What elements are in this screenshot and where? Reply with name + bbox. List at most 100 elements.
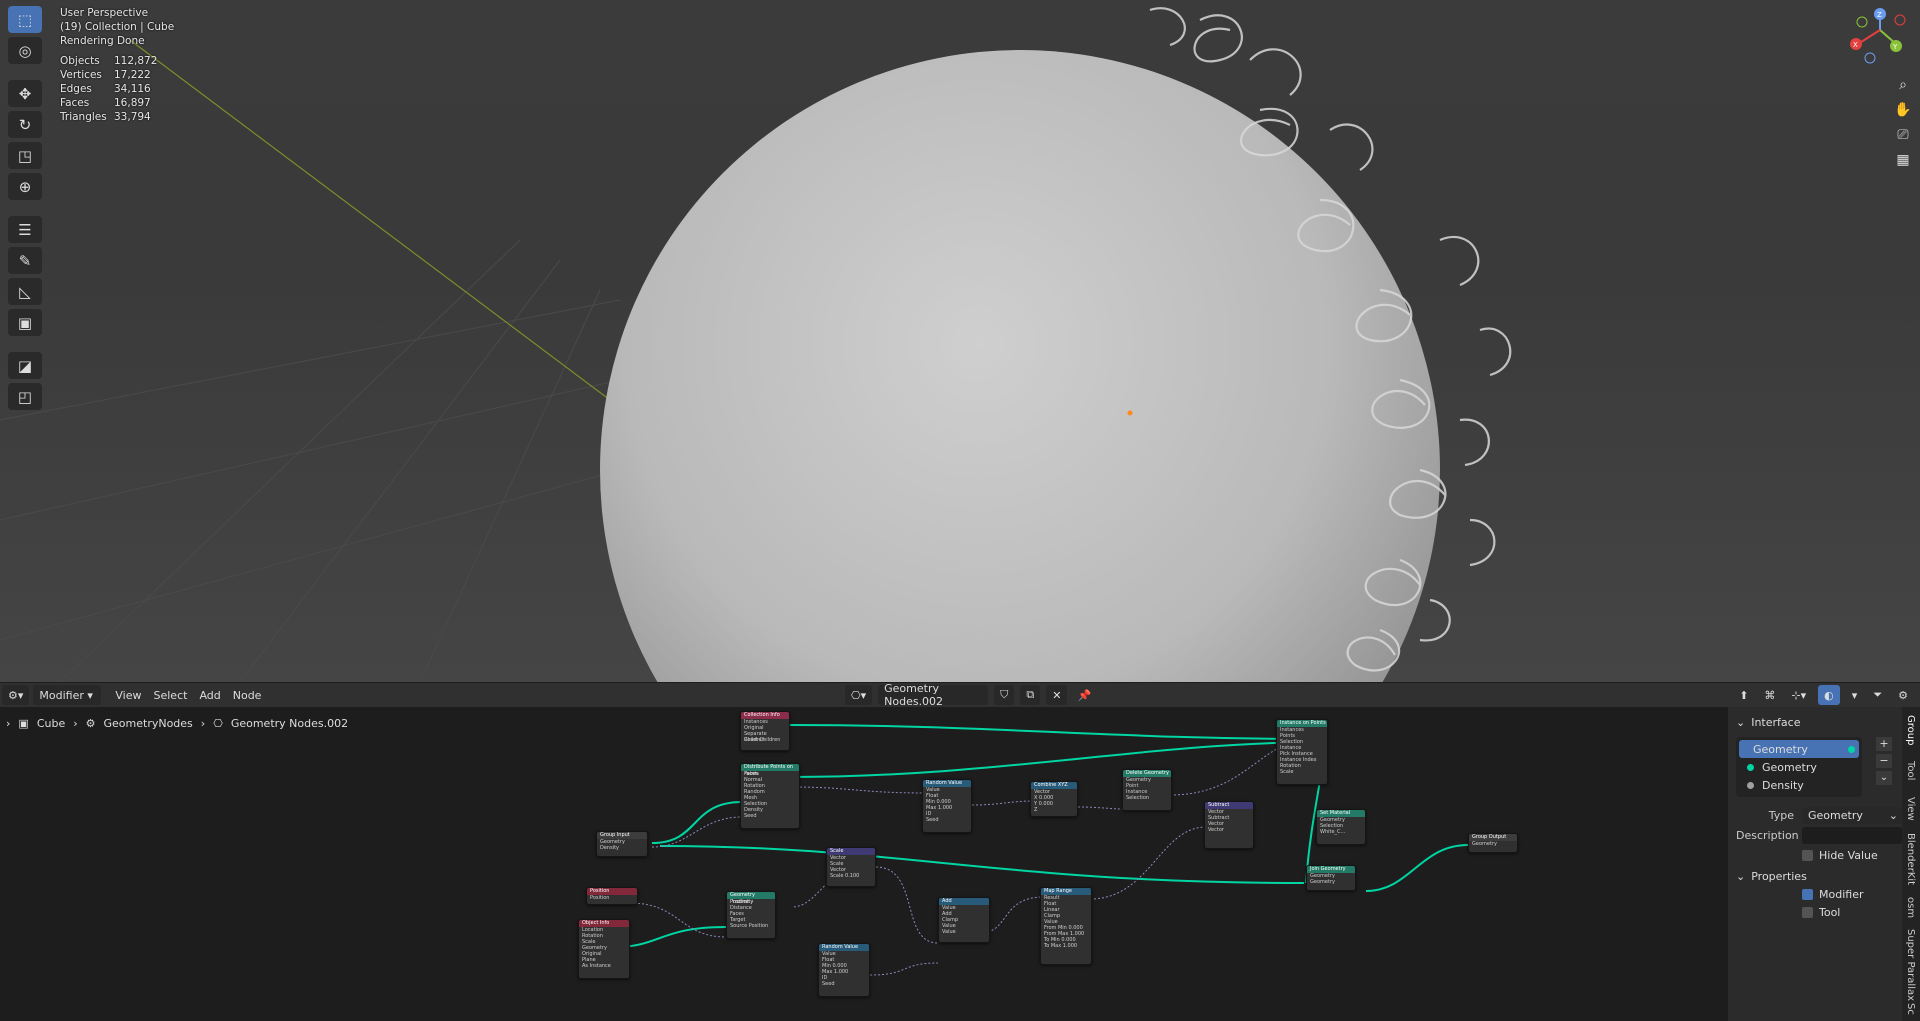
editor-type-icon[interactable]: ⚙▾ xyxy=(2,685,30,705)
menu-select[interactable]: Select xyxy=(148,685,194,705)
stat-label: Triangles xyxy=(60,111,107,123)
interface-item[interactable]: Geometry xyxy=(1739,758,1859,776)
3d-viewport[interactable]: Z Y X ⬚ ◎ ✥ ↻ ◳ ⊕ ☰ ✎ ◺ ▣ ◪ ◰ User Persp… xyxy=(0,0,1920,682)
snap-target-icon[interactable]: ⊹▾ xyxy=(1785,685,1812,705)
stat-label: Vertices xyxy=(60,69,102,81)
node-canvas[interactable]: › ▣ Cube › ⚙ GeometryNodes › ⎔ Geometry … xyxy=(0,707,1728,1021)
duplicate-icon[interactable]: ⧉ xyxy=(1020,685,1041,705)
filter-icon[interactable]: ⏷ xyxy=(1867,685,1888,705)
pan-hand-icon[interactable]: ✋ xyxy=(1890,99,1916,120)
gizmo-x-label: X xyxy=(1853,41,1858,49)
add-cube-icon[interactable]: ▣ xyxy=(8,309,42,336)
node-group-name[interactable]: Geometry Nodes.002 xyxy=(878,682,989,708)
y-axis-line xyxy=(129,39,611,401)
hide-value-checkbox[interactable] xyxy=(1802,849,1813,861)
node-group-output[interactable]: Group Output Geometry xyxy=(1468,833,1518,853)
node-tree-icon[interactable]: ⎔▾ xyxy=(845,685,873,705)
rotate-icon[interactable]: ↻ xyxy=(8,111,42,138)
cursor-icon[interactable]: ◎ xyxy=(8,37,42,64)
node-collection-info[interactable]: Collection Info Instances Original Separ… xyxy=(740,711,790,751)
interface-item[interactable]: Geometry xyxy=(1739,740,1859,758)
node-title: Distribute Points on Faces xyxy=(741,764,799,777)
parent-icon[interactable]: ⬆ xyxy=(1733,685,1754,705)
settings-gear-icon[interactable]: ⚙ xyxy=(1892,685,1914,705)
modifier-checkbox[interactable] xyxy=(1802,888,1813,900)
tab-sc[interactable]: Sc xyxy=(1905,1003,1916,1015)
move-icon[interactable]: ✥ xyxy=(8,80,42,107)
snap-icon[interactable]: ⌘ xyxy=(1758,685,1781,705)
properties-panel: ⌄ Properties Modifier Tool xyxy=(1736,867,1902,921)
navigation-gizmo[interactable]: Z Y X xyxy=(1850,8,1906,64)
unlink-icon[interactable]: ✕ xyxy=(1046,685,1068,705)
viewport-scene: Z Y X xyxy=(0,7,1906,682)
tab-group[interactable]: Group xyxy=(1905,715,1916,745)
menu-node[interactable]: Node xyxy=(227,685,268,705)
overlay-dropdown-icon[interactable]: ▾ xyxy=(1846,685,1864,705)
node-socket-label: Selection xyxy=(1126,795,1150,801)
node-group-selector: ⎔▾ Geometry Nodes.002 ⛉ ⧉ ✕ 📌 xyxy=(843,682,1097,708)
node-socket-label: Geometry xyxy=(1472,841,1497,847)
node-object-info[interactable]: Object Info Location Rotation Scale Geom… xyxy=(578,919,630,979)
node-title: Collection Info xyxy=(741,712,789,719)
properties-header[interactable]: ⌄ Properties xyxy=(1736,867,1902,885)
scene-stats: Objects 112,872 Vertices 17,222 Edges 34,11… xyxy=(60,54,174,124)
scale-icon[interactable]: ◳ xyxy=(8,142,42,169)
tab-tool[interactable]: Tool xyxy=(1905,761,1916,780)
node-instance-on-points[interactable]: Instance on Points Instances Points Sele… xyxy=(1276,719,1328,785)
grid-icon[interactable]: ▦ xyxy=(1890,149,1916,170)
tab-blenderkit[interactable]: BlenderKit xyxy=(1905,833,1916,885)
tab-osm[interactable]: osm xyxy=(1905,897,1916,918)
tool-checkbox[interactable] xyxy=(1802,906,1813,918)
node-set-material[interactable]: Set Material Geometry Selection White_C.… xyxy=(1316,809,1366,845)
interface-header[interactable]: ⌄ Interface xyxy=(1736,713,1902,731)
annotate-icon[interactable]: ☰ xyxy=(8,216,42,243)
tab-super-parallax[interactable]: Super Parallax xyxy=(1905,929,1916,1001)
node-subtract[interactable]: Subtract Vector Subtract Vector Vector xyxy=(1204,801,1254,849)
remove-icon[interactable]: − xyxy=(1876,754,1892,768)
tab-view[interactable]: View xyxy=(1905,797,1916,821)
node-scale[interactable]: Scale Vector Scale Vector Scale 0.100 xyxy=(826,847,876,887)
node-combine-xyz[interactable]: Combine XYZ Vector X 0.000 Y 0.000 Z xyxy=(1030,781,1078,817)
node-join-geometry[interactable]: Join Geometry Geometry Geometry xyxy=(1306,865,1356,891)
node-position[interactable]: Position Position xyxy=(586,887,638,905)
add-icon[interactable]: + xyxy=(1876,737,1892,751)
node-title: Object Info xyxy=(579,920,629,927)
extrude-icon[interactable]: ◪ xyxy=(8,352,42,379)
node-distribute-points[interactable]: Distribute Points on Faces Points Normal… xyxy=(740,763,800,829)
chevron-down-icon[interactable]: ⌄ xyxy=(1876,771,1892,785)
draw-icon[interactable]: ✎ xyxy=(8,247,42,274)
menu-view[interactable]: View xyxy=(109,685,147,705)
stat-label: Edges xyxy=(60,83,92,95)
description-field[interactable] xyxy=(1802,826,1902,844)
hide-value-row[interactable]: Hide Value xyxy=(1736,845,1902,865)
measure-icon[interactable]: ◺ xyxy=(8,278,42,305)
modifier-row[interactable]: Modifier xyxy=(1736,885,1902,903)
tool-row[interactable]: Tool xyxy=(1736,903,1902,921)
node-map-range[interactable]: Map Range Result Float Linear Clamp Valu… xyxy=(1040,887,1092,965)
node-socket-label: White_C... xyxy=(1320,829,1346,835)
node-group-input[interactable]: Group Input Geometry Density xyxy=(596,831,648,857)
menu-add[interactable]: Add xyxy=(193,685,226,705)
camera-icon[interactable]: ⎚ xyxy=(1890,124,1916,145)
transform-icon[interactable]: ⊕ xyxy=(8,173,42,200)
node-add[interactable]: Add Value Add Clamp Value Value xyxy=(938,897,990,943)
editor-mode-dropdown[interactable]: Modifier ▾ xyxy=(33,685,102,705)
pin-icon[interactable]: 📌 xyxy=(1071,685,1097,705)
modifier-label: Modifier xyxy=(1819,887,1864,901)
bevel-icon[interactable]: ◰ xyxy=(8,383,42,410)
node-title: Position xyxy=(587,888,637,895)
node-random-value-2[interactable]: Random Value Value Float Min 0.000 Max 1… xyxy=(818,943,870,997)
zoom-icon[interactable]: ⌕ xyxy=(1890,74,1916,95)
node-random-value[interactable]: Random Value Value Float Min 0.000 Max 1… xyxy=(922,779,972,833)
node-geometry-proximity[interactable]: Geometry Proximity Position Distance Fac… xyxy=(726,891,776,939)
interface-item[interactable]: Density xyxy=(1739,776,1859,794)
type-dropdown[interactable]: Geometry ⌄ xyxy=(1802,806,1902,824)
fake-user-icon[interactable]: ⛉ xyxy=(994,685,1015,705)
node-delete-geometry[interactable]: Delete Geometry Geometry Point Instance … xyxy=(1122,769,1172,811)
interface-panel: ⌄ Interface Geometry Geometry Density + … xyxy=(1736,713,1902,865)
overlay-icon[interactable]: ◐ xyxy=(1818,685,1840,705)
select-box-icon[interactable]: ⬚ xyxy=(8,6,42,33)
node-socket-label: As Instance xyxy=(582,963,611,969)
stat-label: Objects xyxy=(60,55,100,67)
node-title: Add xyxy=(939,898,989,905)
